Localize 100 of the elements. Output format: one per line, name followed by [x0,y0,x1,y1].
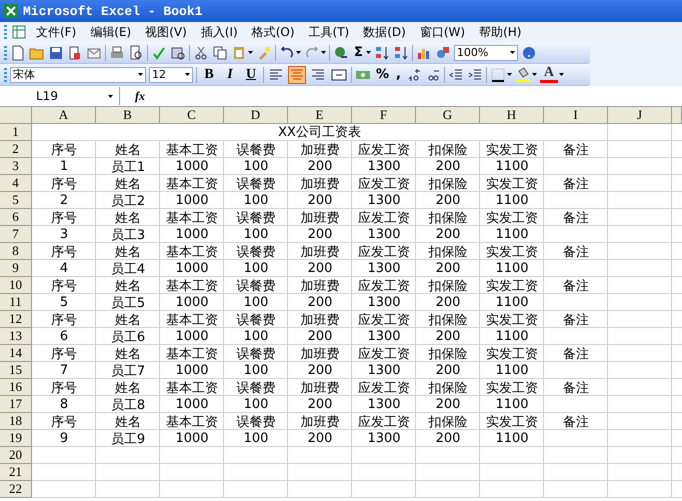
caret-icon[interactable] [108,94,113,98]
caret-icon[interactable] [321,51,326,54]
table-cell-text: 5 [58,294,70,311]
workbook-icon[interactable] [11,24,27,40]
table-cell-text: 基本工资 [165,346,219,362]
column-header[interactable]: D [224,107,288,124]
outdent-icon[interactable] [448,66,464,82]
bold-button[interactable]: B [200,66,218,84]
borders-icon[interactable] [490,66,506,82]
caret-icon[interactable] [248,51,253,54]
column-header[interactable]: F [352,107,416,124]
toolbar-grip[interactable] [4,68,7,82]
menu-item[interactable]: 格式(O) [246,22,300,42]
row-header[interactable]: 17 [0,396,32,413]
row-header[interactable]: 4 [0,175,32,192]
autosum-button[interactable]: Σ [352,45,365,60]
toolbar-grip[interactable] [4,25,7,39]
column-header[interactable]: E [288,107,352,124]
zoom-field[interactable]: 100% [454,44,518,60]
menu-item[interactable]: 编辑(E) [85,22,136,42]
table-cell-text: 实发工资 [485,414,539,430]
table-cell-text: 误餐费 [236,312,276,328]
row-header[interactable]: 7 [0,226,32,243]
table-cell-text: 1300 [366,226,402,243]
menu-item[interactable]: 视图(V) [140,22,192,42]
indent-icon[interactable] [466,66,483,82]
caret-icon[interactable] [558,73,564,76]
row-header[interactable]: 21 [0,464,32,481]
caret-icon[interactable] [506,73,512,76]
caret-icon[interactable] [532,73,537,76]
menu-item[interactable]: 数据(D) [358,22,411,42]
row-header[interactable]: 10 [0,277,32,294]
help-icon[interactable] [520,44,537,60]
row-header[interactable]: 2 [0,141,32,158]
column-header[interactable]: H [480,107,544,124]
new-document-icon[interactable] [10,44,26,60]
font-name-field[interactable]: 宋体 [10,66,146,82]
font-size-field[interactable]: 12 [149,66,193,82]
caret-icon[interactable] [366,51,371,54]
align-center-button[interactable] [288,66,306,84]
table-cell-text: 扣保险 [428,244,468,260]
table-cell-text: 姓名 [114,380,142,396]
row-header[interactable]: 12 [0,311,32,328]
row-header[interactable]: 8 [0,243,32,260]
sort-descending-icon[interactable] [392,44,409,60]
cut-icon[interactable] [193,44,209,60]
column-header[interactable]: J [608,107,672,124]
row-header[interactable]: 6 [0,209,32,226]
column-header[interactable]: G [416,107,480,124]
underline-button[interactable]: U [242,66,260,84]
column-header[interactable]: I [544,107,608,124]
row-header[interactable]: 16 [0,379,32,396]
row-header[interactable]: 5 [0,192,32,209]
print-icon[interactable] [109,44,125,60]
caret-icon[interactable] [296,51,301,54]
table-cell-text: 200 [306,328,334,345]
menu-item[interactable]: 文件(F) [31,22,82,42]
row-header[interactable]: 19 [0,430,32,447]
window-title: Microsoft Excel - Book1 [23,4,202,18]
table-cell-text: 基本工资 [165,380,219,396]
table-cell-text: 序号 [50,244,78,260]
row-header[interactable]: 20 [0,447,32,464]
toolbar-grip[interactable] [4,46,7,60]
column-header[interactable]: C [160,107,224,124]
table-cell-text: 序号 [50,278,78,294]
fill-bucket-icon[interactable] [514,66,531,82]
name-box[interactable]: L19 [0,87,120,105]
clipboard-icon[interactable] [231,44,247,60]
row-header[interactable]: 1 [0,124,32,141]
print-preview-icon[interactable] [128,44,144,60]
caret-icon[interactable] [138,73,143,76]
comma-button[interactable]: , [394,67,403,82]
row-header[interactable]: 11 [0,294,32,311]
function-button[interactable]: fx [120,88,160,104]
font-color-button[interactable]: A [540,66,558,82]
row-header[interactable]: 3 [0,158,32,175]
column-header[interactable]: A [32,107,96,124]
caret-icon[interactable] [510,51,515,54]
menu-item[interactable]: 工具(T) [304,22,354,42]
column-header[interactable]: B [96,107,160,124]
row-header[interactable]: 15 [0,362,32,379]
row-header[interactable]: 13 [0,328,32,345]
italic-button[interactable]: I [221,66,239,84]
row-header[interactable]: 22 [0,481,32,498]
spelling-check-icon[interactable] [151,44,167,60]
caret-icon[interactable] [185,73,190,76]
table-cell-text: 员工1 [110,158,146,175]
copy-icon[interactable] [212,44,228,60]
menu-item[interactable]: 窗口(W) [414,22,470,42]
shapes-icon[interactable] [434,44,451,60]
row-header[interactable]: 14 [0,345,32,362]
table-cell-text: 员工5 [110,294,146,311]
table-cell-text: 姓名 [114,244,142,260]
percent-button[interactable]: % [374,67,392,82]
menu-item[interactable]: 插入(I) [196,22,243,42]
row-header[interactable]: 9 [0,260,32,277]
row-header[interactable]: 18 [0,413,32,430]
table-cell-text: 200 [306,158,334,175]
sort-ascending-icon[interactable] [374,44,390,60]
menu-item[interactable]: 帮助(H) [474,22,526,42]
